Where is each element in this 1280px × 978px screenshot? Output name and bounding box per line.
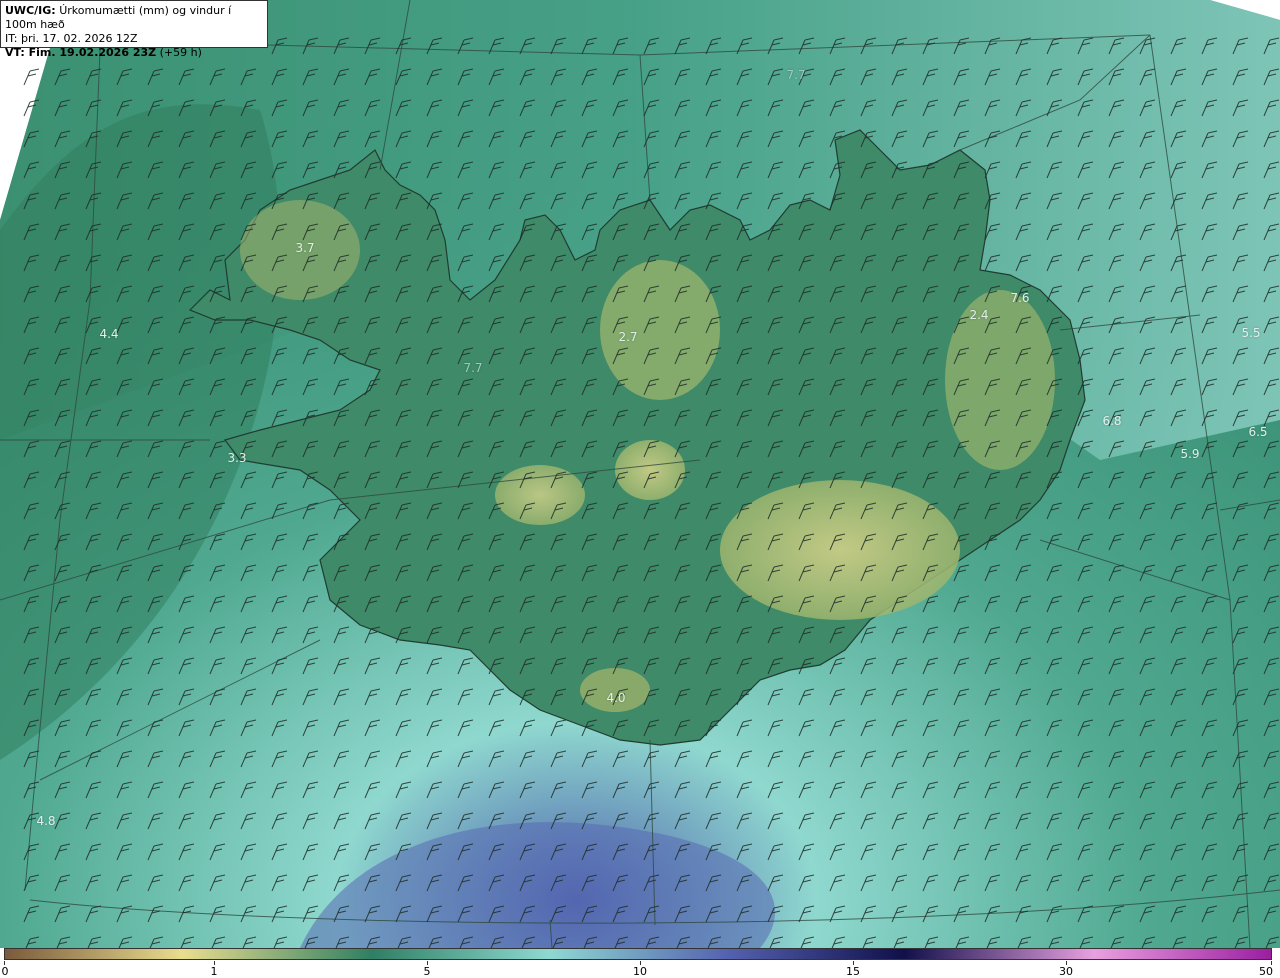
value-label: 2.7 [618, 330, 638, 344]
scale-tick-label: 0 [1, 965, 9, 978]
value-label: 4.4 [99, 327, 119, 341]
value-label: 3.3 [227, 451, 247, 465]
value-label: 4.0 [606, 691, 626, 705]
value-label: 5.9 [1180, 447, 1200, 461]
init-time-label: IT: [5, 32, 18, 45]
scale-tick-label: 50 [1259, 965, 1273, 978]
scale-tick-label: 1 [210, 965, 218, 978]
langjokull-highland [615, 440, 685, 500]
value-label: 7.7 [786, 68, 806, 82]
color-scale-legend: 0 1 5 10 15 30 50 [0, 948, 1280, 978]
wind-barb [23, 68, 40, 86]
init-time: þri. 17. 02. 2026 12Z [20, 32, 138, 45]
color-scale-bar [4, 948, 1272, 960]
product-code: UWC/IG: [5, 4, 56, 17]
vatnajokull-highland [720, 480, 960, 620]
map-title-box: UWC/IG: Úrkomumætti (mm) og vindur í 100… [0, 0, 268, 59]
value-label: 7.7 [463, 361, 483, 375]
scale-tick-label: 15 [846, 965, 860, 978]
value-label: 4.8 [36, 814, 56, 828]
value-label: 6.5 [1248, 425, 1268, 439]
precipitation-wind-map [0, 0, 1280, 954]
value-label: 5.5 [1241, 326, 1261, 340]
value-label: 6.8 [1102, 414, 1122, 428]
scale-tick-label: 10 [633, 965, 647, 978]
valid-time: VT: Fim. 19.02.2026 23Z [5, 46, 157, 59]
scale-tick-label: 5 [423, 965, 431, 978]
value-label: 2.4 [969, 308, 989, 322]
value-label: 7.6 [1010, 291, 1030, 305]
value-label: 3.7 [295, 241, 315, 255]
scale-tick-label: 30 [1059, 965, 1073, 978]
lead-time: (+59 h) [159, 46, 202, 59]
